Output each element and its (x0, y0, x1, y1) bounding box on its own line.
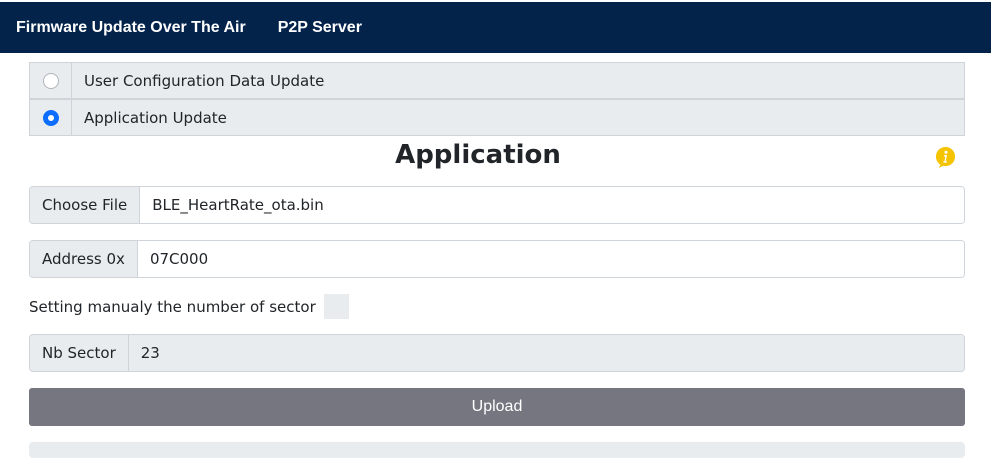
radio-cell (30, 63, 72, 98)
nb-sector-input-group: Nb Sector 23 (29, 334, 965, 372)
radio-button-user-config[interactable] (42, 72, 59, 89)
radio-cell (30, 100, 72, 135)
address-input-group: Address 0x 07C000 (29, 240, 965, 278)
radio-label-application: Application Update (84, 108, 227, 127)
radio-option-user-config[interactable]: User Configuration Data Update (29, 62, 965, 99)
file-input-group: Choose File BLE_HeartRate_ota.bin (29, 186, 965, 224)
upload-button[interactable]: Upload (29, 388, 965, 426)
address-label: Address 0x (30, 241, 138, 277)
nav-p2p-server-link[interactable]: P2P Server (278, 19, 362, 37)
upload-progress-bar (29, 442, 965, 458)
manual-sector-checkbox[interactable] (323, 294, 349, 319)
nav-firmware-update-link[interactable]: Firmware Update Over The Air (16, 19, 246, 37)
radio-label-user-config: User Configuration Data Update (84, 71, 325, 90)
section-title: Application (395, 140, 561, 170)
manual-sector-row: Setting manualy the number of sector (29, 294, 349, 319)
radio-option-application[interactable]: Application Update (29, 99, 965, 136)
radio-button-application[interactable] (42, 109, 59, 126)
choose-file-button[interactable]: Choose File (30, 187, 141, 223)
nb-sector-input: 23 (128, 335, 964, 371)
info-icon[interactable] (934, 146, 957, 169)
address-input[interactable]: 07C000 (137, 241, 964, 277)
update-type-radio-group: User Configuration Data Update Applicati… (29, 62, 965, 136)
navbar: Firmware Update Over The Air P2P Server (0, 2, 991, 53)
manual-sector-label: Setting manualy the number of sector (29, 297, 316, 316)
file-name-field[interactable]: BLE_HeartRate_ota.bin (140, 187, 964, 223)
nb-sector-label: Nb Sector (30, 335, 129, 371)
